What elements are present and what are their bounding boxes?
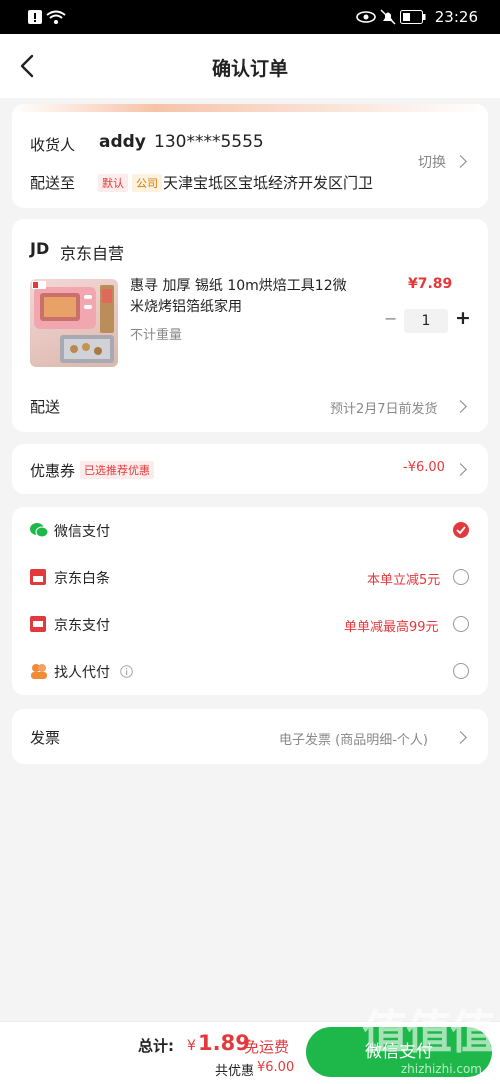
delivery-value[interactable]: 预计2月7日前发货: [330, 398, 438, 417]
check-icon: [456, 526, 466, 535]
wifi-icon: [46, 10, 66, 24]
payment-name: 京东支付: [54, 618, 110, 634]
radio-unchecked[interactable]: [453, 663, 469, 679]
address-card[interactable]: 收货人 addy 130****5555 切换 配送至 默认 公司 天津宝坻区宝…: [12, 104, 488, 208]
payment-name: 找人代付: [54, 665, 110, 681]
receiver-phone: 130****5555: [154, 132, 264, 152]
coupon-value: -¥6.00: [403, 460, 445, 475]
payment-option-jdpay[interactable]: 京东支付 单单减最高99元: [12, 601, 488, 648]
deliver-to-label: 配送至: [30, 174, 76, 192]
coupon-badge: 已选推荐优惠: [80, 461, 154, 479]
info-icon[interactable]: [120, 665, 133, 678]
jd-logo: JD: [30, 239, 50, 258]
jdpay-icon: [30, 616, 46, 632]
invoice-label: 发票: [30, 729, 61, 747]
quantity-decrease-button[interactable]: −: [384, 309, 397, 328]
radio-unchecked[interactable]: [453, 616, 469, 632]
discount-value: ¥6.00: [257, 1060, 295, 1075]
alert-icon: [28, 10, 42, 24]
weight-note: 不计重量: [130, 328, 183, 343]
baitiao-icon: [30, 569, 46, 585]
battery-icon: [400, 10, 426, 24]
payment-option-friend-pay[interactable]: 找人代付: [12, 648, 488, 695]
order-items-card: JD 京东自营 惠寻 加厚 锡纸 10m烘焙工具12微 米烧烤铝箔纸家用 不计重…: [12, 219, 488, 432]
company-tag: 公司: [132, 174, 162, 192]
payment-name: 京东白条: [54, 571, 110, 587]
payment-name: 微信支付: [54, 524, 110, 540]
chevron-right-icon: [454, 731, 467, 744]
header: 确认订单: [0, 34, 500, 98]
total-value: 1.89: [198, 1031, 250, 1055]
product-title-line1[interactable]: 惠寻 加厚 锡纸 10m烘焙工具12微: [130, 276, 366, 297]
quantity-increase-button[interactable]: +: [455, 307, 471, 329]
chevron-right-icon: [454, 155, 467, 168]
total-label: 总计:: [138, 1037, 174, 1055]
default-tag: 默认: [98, 174, 128, 192]
mute-bell-icon: [380, 9, 396, 25]
chevron-right-icon: [454, 400, 467, 413]
chevron-right-icon: [454, 463, 467, 476]
delivery-label: 配送: [30, 398, 61, 416]
total-currency: ¥: [187, 1038, 196, 1054]
friends-pay-icon: [31, 664, 47, 679]
wechat-icon: [30, 523, 48, 538]
coupon-card[interactable]: 优惠券 已选推荐优惠 -¥6.00: [12, 444, 488, 494]
payment-option-wechat[interactable]: 微信支付: [12, 507, 488, 554]
payment-methods-card: 微信支付 京东白条 本单立减5元 京东支付 单单减最高99元 找人代付: [12, 507, 488, 695]
page-title: 确认订单: [211, 58, 288, 80]
eye-icon: [356, 11, 376, 23]
status-bar: 23:26: [0, 0, 500, 34]
status-time: 23:26: [434, 8, 478, 26]
store-name: 京东自营: [60, 244, 125, 263]
coupon-label: 优惠券: [30, 462, 76, 480]
payment-option-baitiao[interactable]: 京东白条 本单立减5元: [12, 554, 488, 601]
watermark-logo: 值值值: [362, 1005, 496, 1059]
product-price: ¥7.89: [408, 276, 453, 292]
invoice-card[interactable]: 发票 电子发票 (商品明细-个人): [12, 709, 488, 764]
radio-unchecked[interactable]: [453, 569, 469, 585]
payment-promo: 本单立减5元: [367, 573, 441, 588]
radio-checked[interactable]: [453, 522, 469, 538]
receiver-label: 收货人: [30, 136, 76, 154]
product-image[interactable]: [30, 279, 118, 367]
product-title-line2[interactable]: 米烧烤铝箔纸家用: [130, 297, 366, 318]
watermark-url: zhizhizhi.com: [400, 1062, 482, 1076]
discount-label: 共优惠: [215, 1064, 255, 1079]
address-decoration: [12, 104, 488, 112]
payment-promo: 单单减最高99元: [344, 620, 439, 635]
shipping-note: 免运费: [244, 1038, 290, 1056]
switch-address-link[interactable]: 切换: [418, 152, 446, 172]
toaster-oven-image: [32, 281, 114, 363]
quantity-input[interactable]: 1: [404, 309, 448, 333]
address-text: 天津宝坻区宝坻经济开发区门卫: [163, 174, 374, 192]
receiver-name: addy: [99, 132, 146, 152]
invoice-value: 电子发票 (商品明细-个人): [279, 733, 428, 748]
